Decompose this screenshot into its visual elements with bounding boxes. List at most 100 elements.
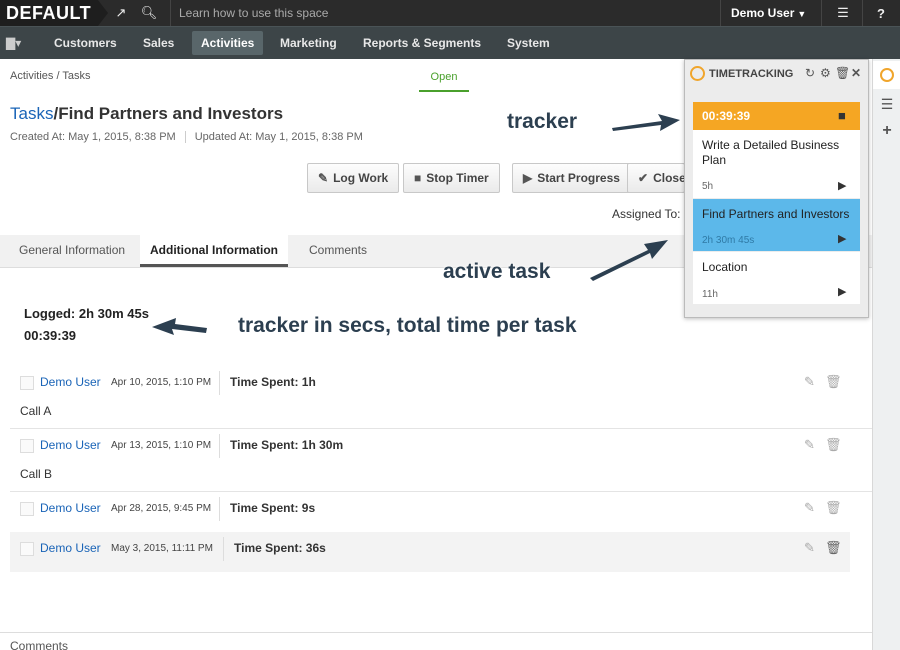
annotation-tracker: tracker: [507, 110, 578, 133]
worklog-entry: Demo User Apr 13, 2015, 1:10 PM Time Spe…: [10, 429, 850, 469]
tracked-task-name: Location: [702, 260, 748, 274]
entry-user-link[interactable]: Demo User: [40, 438, 101, 452]
app-logo[interactable]: DEFAULT: [0, 0, 108, 26]
status-step-open[interactable]: Open: [419, 71, 469, 92]
tab-comments[interactable]: Comments: [299, 235, 377, 267]
avatar: [20, 502, 34, 516]
edit-icon[interactable]: ✎: [804, 540, 815, 556]
tasks-link[interactable]: Tasks: [10, 104, 53, 123]
user-menu[interactable]: Demo User ▼: [720, 0, 822, 26]
divider: [219, 497, 220, 521]
trash-icon[interactable]: 🗑︎: [835, 66, 850, 80]
start-progress-label: Start Progress: [537, 171, 620, 185]
edit-icon[interactable]: ✎: [804, 374, 815, 390]
entry-time-spent: Time Spent: 1h 30m: [230, 438, 344, 452]
external-link-icon[interactable]: ↗: [108, 0, 134, 26]
close-button[interactable]: ✔ Close: [627, 163, 685, 193]
help-icon[interactable]: ?: [868, 0, 894, 26]
entry-time-spent: Time Spent: 36s: [234, 541, 326, 555]
entry-date: May 3, 2015, 11:11 PM: [111, 543, 213, 554]
entry-user-link[interactable]: Demo User: [40, 541, 101, 555]
nav-reports-segments[interactable]: Reports & Segments: [354, 31, 490, 55]
list-icon[interactable]: ☰: [873, 90, 900, 118]
created-at: Created At: May 1, 2015, 8:38 PM: [10, 131, 176, 143]
nav-customers[interactable]: Customers: [45, 31, 126, 55]
log-work-button[interactable]: ✎ Log Work: [307, 163, 400, 193]
breadcrumb: Activities / Tasks: [10, 70, 91, 82]
stop-icon[interactable]: ■: [838, 108, 846, 123]
menu-icon[interactable]: ☰: [830, 0, 856, 26]
trash-icon[interactable]: 🗑︎: [825, 500, 842, 516]
gear-icon[interactable]: ⚙: [820, 66, 831, 80]
log-work-label: Log Work: [333, 171, 389, 185]
annotation-tracker-secs: tracker in secs, total time per task: [238, 314, 577, 337]
nav-marketing[interactable]: Marketing: [271, 31, 346, 55]
stop-icon: ■: [414, 171, 422, 185]
entry-date: Apr 28, 2015, 9:45 PM: [111, 503, 212, 514]
divider: [862, 0, 863, 26]
pencil-icon: ✎: [318, 171, 329, 185]
divider: [219, 371, 220, 395]
timetracking-title: TIMETRACKING: [709, 68, 794, 80]
search-input[interactable]: Learn how to use this space: [170, 0, 328, 26]
divider: [219, 434, 220, 458]
timetracking-logo-icon: [690, 66, 705, 81]
annotation-active-task: active task: [443, 260, 551, 283]
tracked-task-item[interactable]: Location 11h ▶: [693, 252, 860, 304]
worklog-entry: Demo User May 3, 2015, 11:11 PM Time Spe…: [10, 532, 850, 572]
entry-note: Call A: [20, 404, 52, 418]
plus-icon[interactable]: +: [873, 117, 900, 145]
timetracking-panel: TIMETRACKING ↻ ⚙ 🗑︎ ✕ 00:39:39 ■ Write a…: [684, 59, 869, 318]
logged-timer: 00:39:39: [24, 328, 77, 343]
top-bar: DEFAULT ↗ 🔍︎ Learn how to use this space…: [0, 0, 900, 26]
tab-general-information[interactable]: General Information: [9, 235, 135, 267]
avatar: [20, 542, 34, 556]
running-timer[interactable]: 00:39:39 ■: [693, 102, 860, 130]
edit-icon[interactable]: ✎: [804, 437, 815, 453]
tracked-task-name: Find Partners and Investors: [702, 207, 850, 221]
trash-icon[interactable]: 🗑︎: [825, 374, 842, 390]
tracked-task-item[interactable]: Write a Detailed Business Plan 5h ▶: [693, 130, 860, 198]
divider: [184, 131, 186, 144]
edit-icon[interactable]: ✎: [804, 500, 815, 516]
main-nav: ▇▾ Customers Sales Activities Marketing …: [0, 26, 900, 59]
nav-activities[interactable]: Activities: [192, 31, 264, 55]
task-name: Find Partners and Investors: [58, 104, 284, 123]
stop-timer-label: Stop Timer: [426, 171, 489, 185]
tab-additional-information[interactable]: Additional Information: [140, 235, 288, 267]
assigned-to-label: Assigned To:: [612, 207, 681, 221]
worklog-entry: Demo User Apr 10, 2015, 1:10 PM Time Spe…: [10, 366, 850, 406]
logged-total: Logged: 2h 30m 45s: [24, 306, 149, 321]
logged-summary: Logged: 2h 30m 45s 00:39:39: [24, 303, 149, 347]
tracked-task-duration: 11h: [702, 289, 718, 300]
nav-sales[interactable]: Sales: [134, 31, 183, 55]
divider: [223, 537, 224, 561]
trash-icon[interactable]: 🗑︎: [825, 540, 842, 556]
nav-system[interactable]: System: [498, 31, 559, 55]
entry-user-link[interactable]: Demo User: [40, 375, 101, 389]
entry-user-link[interactable]: Demo User: [40, 501, 101, 515]
close-label: Close: [653, 171, 685, 185]
tracked-task-item-active[interactable]: Find Partners and Investors 2h 30m 45s ▶: [693, 199, 860, 251]
timetracking-icon[interactable]: [873, 61, 900, 89]
entry-time-spent: Time Spent: 9s: [230, 501, 316, 515]
entry-date: Apr 10, 2015, 1:10 PM: [111, 377, 212, 388]
running-timer-value: 00:39:39: [702, 109, 751, 123]
start-progress-button[interactable]: ▶ Start Progress: [512, 163, 631, 193]
tracked-task-name: Write a Detailed Business Plan: [702, 138, 840, 167]
right-sidebar: ☰ +: [872, 59, 900, 650]
trash-icon[interactable]: 🗑︎: [825, 437, 842, 453]
refresh-icon[interactable]: ↻: [805, 66, 815, 80]
arrow-to-tracker: [612, 114, 680, 131]
play-icon[interactable]: ▶: [838, 285, 846, 298]
close-icon[interactable]: ✕: [851, 66, 861, 80]
tracked-task-duration: 5h: [702, 181, 714, 192]
stop-timer-button[interactable]: ■ Stop Timer: [403, 163, 500, 193]
task-meta: Created At: May 1, 2015, 8:38 PM Updated …: [10, 131, 363, 144]
search-icon[interactable]: 🔍︎: [136, 0, 162, 26]
play-icon[interactable]: ▶: [838, 179, 846, 192]
comments-section-header: Comments: [0, 632, 872, 650]
tracked-task-duration: 2h 30m 45s: [702, 235, 755, 246]
play-icon[interactable]: ▶: [838, 232, 846, 245]
dashboard-chart-icon[interactable]: ▇▾: [6, 31, 21, 55]
